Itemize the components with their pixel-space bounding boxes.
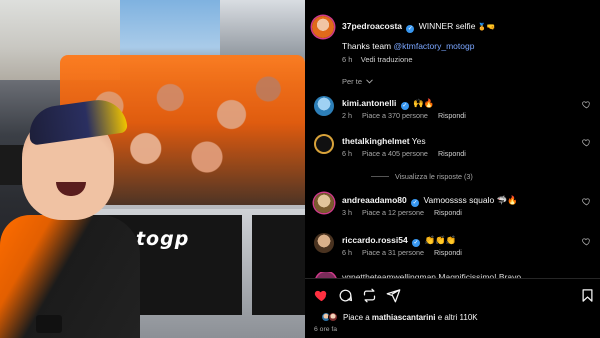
author-username[interactable]: 37pedroacosta	[342, 21, 402, 31]
view-replies-link[interactable]: Visualizza le risposte (3)	[371, 172, 473, 181]
likes-prefix: Piace a	[343, 312, 370, 322]
commenter-username[interactable]: andreaadamo80	[342, 195, 407, 205]
caption-thanks: Thanks team	[342, 41, 392, 51]
comment-time: 6 h	[342, 248, 352, 257]
comment-item: thetalkinghelmet Yes 6 h Piace a 405 per…	[312, 134, 597, 170]
comment-time: 6 h	[342, 149, 352, 158]
barrier-banner-right	[252, 215, 305, 315]
background-grandstand	[220, 0, 305, 60]
caption-body: Thanks team @ktmfactory_motogp	[342, 41, 474, 52]
reply-button[interactable]: Rispondi	[434, 248, 462, 257]
post-photo[interactable]: Motogp	[0, 0, 305, 338]
comment-likes[interactable]: Piace a 12 persone	[362, 208, 424, 217]
caption-time: 6 h	[342, 55, 353, 64]
verified-icon: ✓	[411, 199, 420, 207]
caption-text: WINNER selfie	[418, 21, 476, 31]
comment-time: 2 h	[342, 111, 352, 120]
commenter-avatar[interactable]	[314, 96, 334, 116]
comment-text: Yes	[411, 136, 426, 146]
likes-username[interactable]: mathiascantarini	[372, 313, 436, 322]
rider-suit	[0, 215, 140, 338]
comment-item: kimi.antonelli ✓ 🙌🔥 2 h Piace a 370 pers…	[312, 96, 597, 132]
action-bar: Piace a mathiascantarini e altri 110K 6 …	[305, 279, 600, 338]
bookmark-icon[interactable]	[580, 288, 595, 303]
heart-icon[interactable]	[582, 138, 591, 147]
likes-summary[interactable]: Piace a mathiascantarini e altri 110K	[321, 312, 478, 322]
caption-meta: 6 h Vedi traduzione	[342, 55, 413, 64]
comment-likes[interactable]: Piace a 370 persone	[362, 111, 428, 120]
reply-button[interactable]: Rispondi	[434, 208, 462, 217]
suit-badge	[36, 315, 62, 333]
caption-emojis: 🏅🤜	[477, 24, 496, 31]
post-age: 6 ore fa	[314, 326, 338, 333]
heart-icon[interactable]	[582, 197, 591, 206]
post-header: 37pedroacosta ✓ WINNER selfie 🏅🤜	[312, 12, 597, 42]
verified-icon: ✓	[400, 102, 409, 110]
caption-mention[interactable]: @ktmfactory_motogp	[394, 41, 475, 51]
heart-icon[interactable]	[582, 237, 591, 246]
commenter-username[interactable]: thetalkinghelmet	[342, 136, 410, 146]
liker-avatar	[328, 312, 338, 322]
comment-item: riccardo.rossi54 ✓ 👏👏👏 6 h Piace a 31 pe…	[312, 233, 597, 269]
verified-icon: ✓	[406, 25, 415, 33]
reply-button[interactable]: Rispondi	[438, 149, 466, 158]
comment-text: 🙌🔥	[413, 98, 435, 108]
comment-icon[interactable]	[338, 288, 353, 303]
comment-text: Vamoossss squalo 🦈🔥	[423, 195, 518, 205]
commenter-avatar[interactable]	[314, 134, 334, 154]
comment-likes[interactable]: Piace a 405 persone	[362, 149, 428, 158]
comments-panel: 37pedroacosta ✓ WINNER selfie 🏅🤜 Thanks …	[305, 0, 600, 338]
share-icon[interactable]	[386, 288, 401, 303]
verified-icon: ✓	[412, 239, 421, 247]
for-you-label: Per te	[342, 77, 363, 86]
heart-icon[interactable]	[582, 100, 591, 109]
comment-likes[interactable]: Piace a 31 persone	[362, 248, 424, 257]
for-you-filter[interactable]: Per te	[342, 77, 373, 86]
commenter-avatar[interactable]	[314, 193, 334, 213]
reply-button[interactable]: Rispondi	[438, 111, 466, 120]
chevron-down-icon	[366, 79, 373, 84]
commenter-username[interactable]: riccardo.rossi54	[342, 235, 408, 245]
comment-time: 3 h	[342, 208, 352, 217]
heart-icon[interactable]	[314, 288, 329, 303]
likes-suffix[interactable]: e altri 110K	[438, 313, 478, 322]
commenter-username[interactable]: kimi.antonelli	[342, 98, 396, 108]
repost-icon[interactable]	[362, 288, 377, 303]
translate-link[interactable]: Vedi traduzione	[361, 55, 413, 64]
comment-text: 👏👏👏	[424, 235, 457, 245]
commenter-avatar[interactable]	[314, 233, 334, 253]
comment-item: andreaadamo80 ✓ Vamoossss squalo 🦈🔥 3 h …	[312, 193, 597, 229]
author-avatar[interactable]	[312, 16, 334, 38]
